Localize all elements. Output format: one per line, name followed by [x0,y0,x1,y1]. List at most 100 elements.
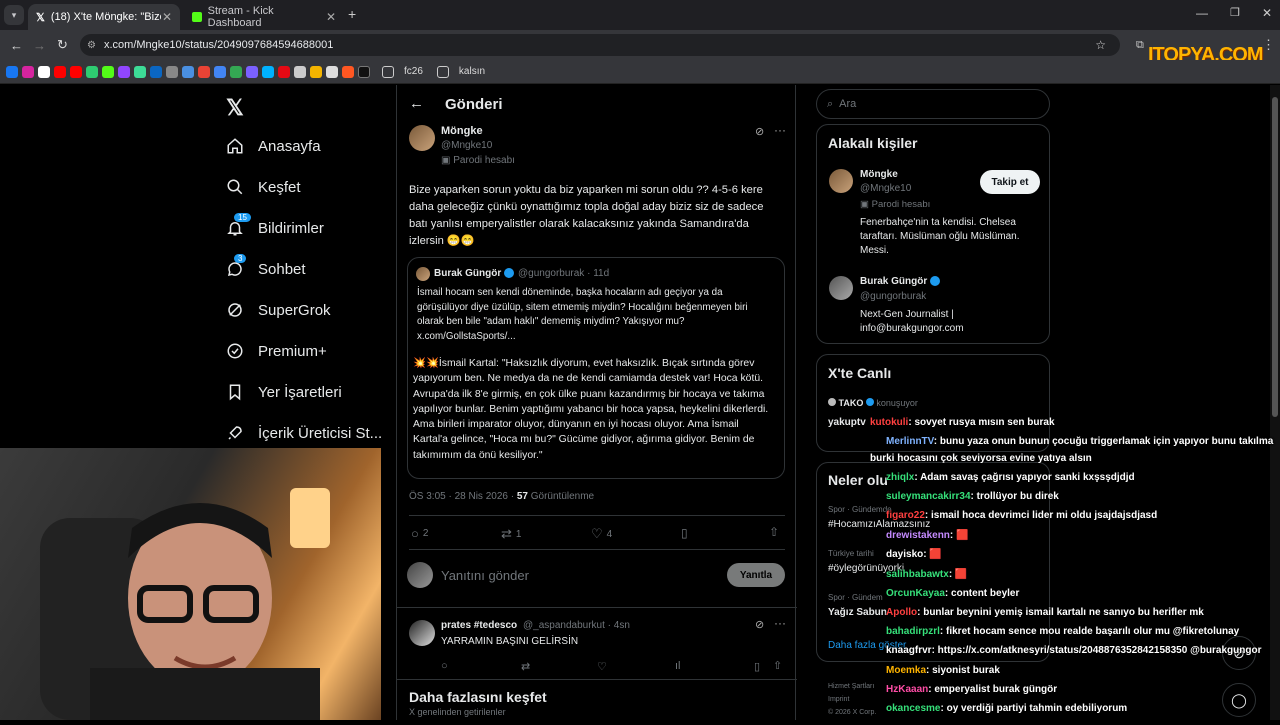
bookmark-icon[interactable] [278,65,290,78]
tab-kick-dashboard[interactable]: Stream - Kick Dashboard ✕ [184,4,344,30]
close-icon[interactable]: ✕ [162,10,172,24]
reply-author-handle[interactable]: @_aspandaburkut · 4sn [523,620,630,631]
more-icon[interactable]: ··· [774,123,786,137]
close-window-icon[interactable]: ✕ [1262,6,1272,20]
restore-icon[interactable]: ❐ [1230,6,1240,19]
youtube-icon[interactable] [70,65,82,78]
bookmark-icon[interactable]: ▯ [681,526,688,540]
address-bar[interactable]: ⚙ x.com/Mngke10/status/20490976845946880… [80,34,1120,56]
nav-item-premium[interactable]: Premium+ [226,342,327,360]
reply-action[interactable]: ○ 2 [411,526,428,541]
search-icon [227,179,243,195]
live-host-row[interactable]: TAKO konuşuyor [828,398,918,408]
author-handle[interactable]: @Mngke10 [441,140,492,151]
folder-icon[interactable] [382,65,394,78]
browser-tab-strip: ▾ 𝕏 (18) X'te Möngke: "Bize yaparke ✕ St… [0,0,1280,30]
quote-author-name: Burak Güngör [434,268,502,279]
bookmark-folder-fc26[interactable]: fc26 [404,66,423,77]
author-name[interactable]: Möngke [441,125,483,137]
bookmarks-bar: fc26 kalsın [0,60,1280,84]
new-tab-button[interactable]: + [348,6,356,22]
person-handle[interactable]: @gungorburak [860,291,926,302]
nav-item-chat[interactable]: 3 Sohbet [226,254,306,278]
nav-item-notifications[interactable]: 15 Bildirimler [226,213,324,237]
heart-icon[interactable]: ♡ [597,660,607,673]
reload-icon[interactable]: ↻ [57,37,68,53]
reply-count: 2 [422,528,429,539]
docs-icon[interactable] [214,65,226,78]
grok-icon[interactable]: ⊘ [755,618,764,631]
share-icon[interactable]: ⇧ [769,525,779,539]
gmail-icon[interactable] [198,65,210,78]
avatar[interactable] [409,125,435,151]
twitch-icon[interactable] [118,65,130,78]
chat-username: okancesme [886,703,941,714]
bookmark-icon[interactable] [230,65,242,78]
extension-icon[interactable]: ⧉ [1136,39,1144,52]
tab-search-button[interactable]: ▾ [4,5,24,25]
search-input[interactable]: ⌕ Ara [816,89,1050,119]
bookmark-icon[interactable] [262,65,274,78]
bookmark-icon[interactable]: ▯ [754,660,760,673]
reply-post[interactable]: prates #tedesco @_aspandaburkut · 4sn ⊘ … [397,608,797,678]
forward-icon[interactable]: → [33,38,46,53]
linkedin-icon[interactable] [150,65,162,78]
star-icon[interactable]: ☆ [1095,38,1106,52]
kick-icon[interactable] [102,65,114,78]
site-info-icon[interactable]: ⚙ [87,40,96,51]
bookmark-icon[interactable] [326,65,338,78]
scrollbar-thumb[interactable] [1272,97,1278,417]
folder-icon[interactable] [436,65,449,78]
reply-input[interactable]: Yanıtını gönder [441,568,529,583]
reply-icon[interactable]: ○ [441,660,448,672]
views-icon[interactable]: ıl [675,660,681,672]
x-logo-icon[interactable]: 𝕏 [226,95,244,121]
nav-item-home[interactable]: Anasayfa [226,137,321,155]
menu-icon[interactable]: ⋮ [1262,37,1275,53]
nav-item-supergrok[interactable]: SuperGrok [226,301,331,319]
avatar[interactable] [829,169,853,193]
minimize-icon[interactable]: — [1196,6,1208,20]
follow-button[interactable]: Takip et [980,170,1040,194]
grok-icon[interactable]: ⊘ [755,125,764,138]
close-icon[interactable]: ✕ [326,10,336,24]
tab-x-post[interactable]: 𝕏 (18) X'te Möngke: "Bize yaparke ✕ [28,4,180,30]
facebook-icon[interactable] [6,65,18,78]
repost-icon[interactable]: ⇄ [521,660,530,673]
bookmark-icon[interactable] [134,65,146,78]
back-button[interactable]: ← [409,95,424,112]
person-name[interactable]: Möngke [860,169,898,180]
youtube-icon[interactable] [54,65,66,78]
bookmark-icon[interactable] [310,65,322,78]
nav-item-creator-studio[interactable]: İçerik Üreticisi St... [226,424,382,442]
like-action[interactable]: ♡ 4 [591,526,612,542]
live-space-name[interactable]: yakuptv [828,417,866,428]
reply-button[interactable]: Yanıtla [727,563,785,587]
x-bookmark-icon[interactable] [38,65,50,78]
more-icon[interactable]: ··· [774,616,786,630]
bookmark-icon[interactable] [358,65,370,78]
bookmark-icon[interactable] [182,65,194,78]
avatar[interactable] [829,276,853,300]
repost-icon: ⇄ [501,526,512,541]
back-icon[interactable]: ← [10,38,23,53]
bookmark-icon[interactable] [246,65,258,78]
bookmark-icon[interactable] [166,65,178,78]
reply-author-name[interactable]: prates #tedesco [441,620,517,631]
quoted-post[interactable]: Burak Güngör @gungorburak · 11d İsmail h… [407,257,785,479]
nav-item-explore[interactable]: Keşfet [226,178,301,196]
repost-action[interactable]: ⇄ 1 [501,526,521,542]
bookmark-icon[interactable] [86,65,98,78]
bookmark-icon[interactable] [294,65,306,78]
nav-item-bookmarks[interactable]: Yer İşaretleri [226,383,342,401]
person-handle[interactable]: @Mngke10 [860,183,911,194]
instagram-icon[interactable] [22,65,34,78]
post-column: ← Gönderi Möngke @Mngke10 ▣ Parodi hesab… [396,85,797,720]
nav-label: Anasayfa [258,137,321,155]
chat-username: MerlinnTV [886,436,934,447]
person-name[interactable]: Burak Güngör [860,276,941,287]
bookmark-icon[interactable] [342,65,354,78]
share-icon[interactable]: ⇧ [773,659,782,672]
divider [397,679,797,680]
bookmark-folder-kalsin[interactable]: kalsın [459,66,485,77]
